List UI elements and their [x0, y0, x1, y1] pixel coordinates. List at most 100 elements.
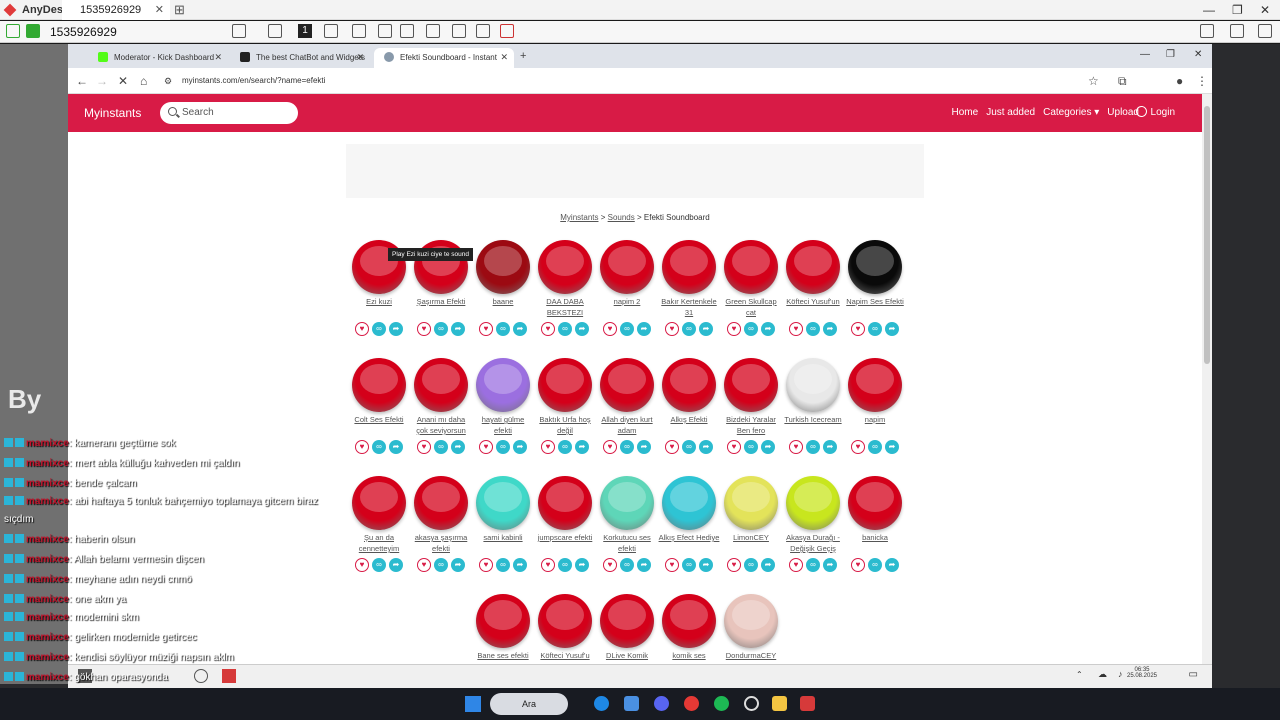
copy-link-icon[interactable]: ∞ — [806, 322, 820, 336]
favorite-heart-icon[interactable]: ♥ — [479, 322, 493, 336]
site-info-icon[interactable]: ⚙ — [164, 76, 172, 87]
favorite-heart-icon[interactable]: ♥ — [603, 440, 617, 454]
sound-label[interactable]: napim — [844, 414, 906, 438]
profile-icon[interactable]: ● — [1176, 74, 1183, 88]
breadcrumb-sounds[interactable]: Sounds — [608, 213, 635, 222]
play-sound-button[interactable] — [724, 240, 778, 294]
anydesk-session-tab[interactable]: 1535926929 ✕ — [62, 0, 170, 20]
remote-address[interactable]: 1535926929 — [50, 25, 117, 39]
extensions-icon[interactable]: ⧉ — [1118, 74, 1127, 89]
sound-label[interactable]: komik ses — [658, 650, 720, 664]
page-scrollbar[interactable] — [1202, 94, 1212, 664]
nav-login[interactable]: Login — [1135, 106, 1175, 118]
sound-label[interactable]: DAA DABA BEKSTEZI — [534, 296, 596, 320]
play-sound-button[interactable] — [848, 476, 902, 530]
share-icon[interactable]: ➦ — [513, 322, 527, 336]
favorite-heart-icon[interactable]: ♥ — [851, 558, 865, 572]
favorite-heart-icon[interactable]: ♥ — [603, 558, 617, 572]
favorite-heart-icon[interactable]: ♥ — [355, 558, 369, 572]
share-icon[interactable]: ➦ — [761, 558, 775, 572]
favorite-heart-icon[interactable]: ♥ — [603, 322, 617, 336]
share-icon[interactable]: ➦ — [699, 440, 713, 454]
play-sound-button[interactable] — [662, 476, 716, 530]
copy-link-icon[interactable]: ∞ — [868, 440, 882, 454]
close-tab-icon[interactable]: ✕ — [214, 52, 222, 63]
close-window-icon[interactable]: ✕ — [1260, 3, 1270, 17]
favorite-heart-icon[interactable]: ♥ — [417, 440, 431, 454]
chrome-icon[interactable] — [684, 696, 699, 711]
favorite-heart-icon[interactable]: ♥ — [541, 322, 555, 336]
share-icon[interactable]: ➦ — [637, 558, 651, 572]
favorite-heart-icon[interactable]: ♥ — [541, 440, 555, 454]
obs-icon[interactable] — [744, 696, 759, 711]
search-input[interactable]: Search — [160, 102, 298, 124]
explorer-icon[interactable] — [772, 696, 787, 711]
edge-icon[interactable] — [594, 696, 609, 711]
sound-label[interactable]: Napim Ses Efekti — [844, 296, 906, 320]
windows-start-icon[interactable] — [465, 696, 481, 712]
browser-maximize-icon[interactable]: ❐ — [1166, 49, 1175, 60]
share-icon[interactable]: ➦ — [637, 322, 651, 336]
sound-label[interactable]: Turkish Icecream — [782, 414, 844, 438]
sound-label[interactable]: Şaşırma Efekti — [410, 296, 472, 320]
sound-label[interactable]: sami kabinli — [472, 532, 534, 556]
sound-label[interactable]: Colt Ses Efekti — [348, 414, 410, 438]
copy-link-icon[interactable]: ∞ — [744, 322, 758, 336]
copy-link-icon[interactable]: ∞ — [744, 440, 758, 454]
play-sound-button[interactable] — [414, 476, 468, 530]
favorite-heart-icon[interactable]: ♥ — [727, 440, 741, 454]
share-icon[interactable]: ➦ — [451, 558, 465, 572]
monitor-select-button[interactable]: 1 — [298, 24, 312, 38]
sound-label[interactable]: Alkış Efect Hediye — [658, 532, 720, 556]
copy-link-icon[interactable]: ∞ — [558, 558, 572, 572]
menu-icon[interactable] — [1258, 24, 1272, 38]
file-transfer-icon[interactable] — [324, 24, 338, 38]
tray-network-icon[interactable]: ☁ — [1098, 669, 1107, 680]
sound-label[interactable]: baane — [472, 296, 534, 320]
forward-icon[interactable]: → — [96, 74, 108, 88]
copy-link-icon[interactable]: ∞ — [682, 558, 696, 572]
close-tab-icon[interactable]: ✕ — [155, 3, 164, 16]
share-icon[interactable]: ➦ — [823, 322, 837, 336]
favorite-heart-icon[interactable]: ♥ — [789, 440, 803, 454]
browser-tab-efekti[interactable]: Efekti Soundboard - Instant ✕ — [374, 48, 514, 68]
share-icon[interactable]: ➦ — [823, 558, 837, 572]
share-icon[interactable]: ➦ — [513, 440, 527, 454]
share-icon[interactable]: ➦ — [513, 558, 527, 572]
favorite-heart-icon[interactable]: ♥ — [417, 322, 431, 336]
sound-label[interactable]: akasya şaşırma efekti — [410, 532, 472, 556]
close-tab-icon[interactable]: ✕ — [356, 52, 364, 63]
maximize-icon[interactable]: ❐ — [1232, 3, 1243, 17]
browser-minimize-icon[interactable]: — — [1140, 49, 1150, 60]
bookmark-icon[interactable]: ☆ — [1088, 74, 1099, 88]
remote-anydesk-icon[interactable] — [222, 669, 236, 683]
share-icon[interactable]: ➦ — [637, 440, 651, 454]
play-sound-button[interactable] — [352, 476, 406, 530]
browser-close-icon[interactable]: ✕ — [1194, 49, 1202, 60]
play-sound-button[interactable] — [662, 594, 716, 648]
sound-label[interactable]: Bane ses efekti — [472, 650, 534, 664]
download-icon[interactable] — [1230, 24, 1244, 38]
copy-link-icon[interactable]: ∞ — [620, 322, 634, 336]
copy-link-icon[interactable]: ∞ — [372, 558, 386, 572]
sound-label[interactable]: Akasya Durağı - Değişik Geçiş — [782, 532, 844, 556]
sound-label[interactable]: hayati gülme efekti — [472, 414, 534, 438]
sound-label[interactable]: jumpscare efekti — [534, 532, 596, 556]
copy-link-icon[interactable]: ∞ — [620, 440, 634, 454]
play-sound-button[interactable] — [600, 358, 654, 412]
copy-link-icon[interactable]: ∞ — [806, 558, 820, 572]
copy-link-icon[interactable]: ∞ — [434, 322, 448, 336]
screen-icon[interactable] — [232, 24, 246, 38]
favorite-heart-icon[interactable]: ♥ — [665, 322, 679, 336]
url-input[interactable]: myinstants.com/en/search/?name=efekti — [182, 76, 325, 85]
play-sound-button[interactable] — [476, 358, 530, 412]
copy-link-icon[interactable]: ∞ — [372, 440, 386, 454]
favorite-heart-icon[interactable]: ♥ — [851, 322, 865, 336]
play-sound-button[interactable] — [662, 358, 716, 412]
spotify-icon[interactable] — [714, 696, 729, 711]
sound-label[interactable]: banicka — [844, 532, 906, 556]
sound-label[interactable]: Allah diyen kurt adam — [596, 414, 658, 438]
close-tab-icon[interactable]: ✕ — [500, 52, 508, 63]
share-icon[interactable]: ➦ — [885, 322, 899, 336]
play-sound-button[interactable] — [538, 240, 592, 294]
